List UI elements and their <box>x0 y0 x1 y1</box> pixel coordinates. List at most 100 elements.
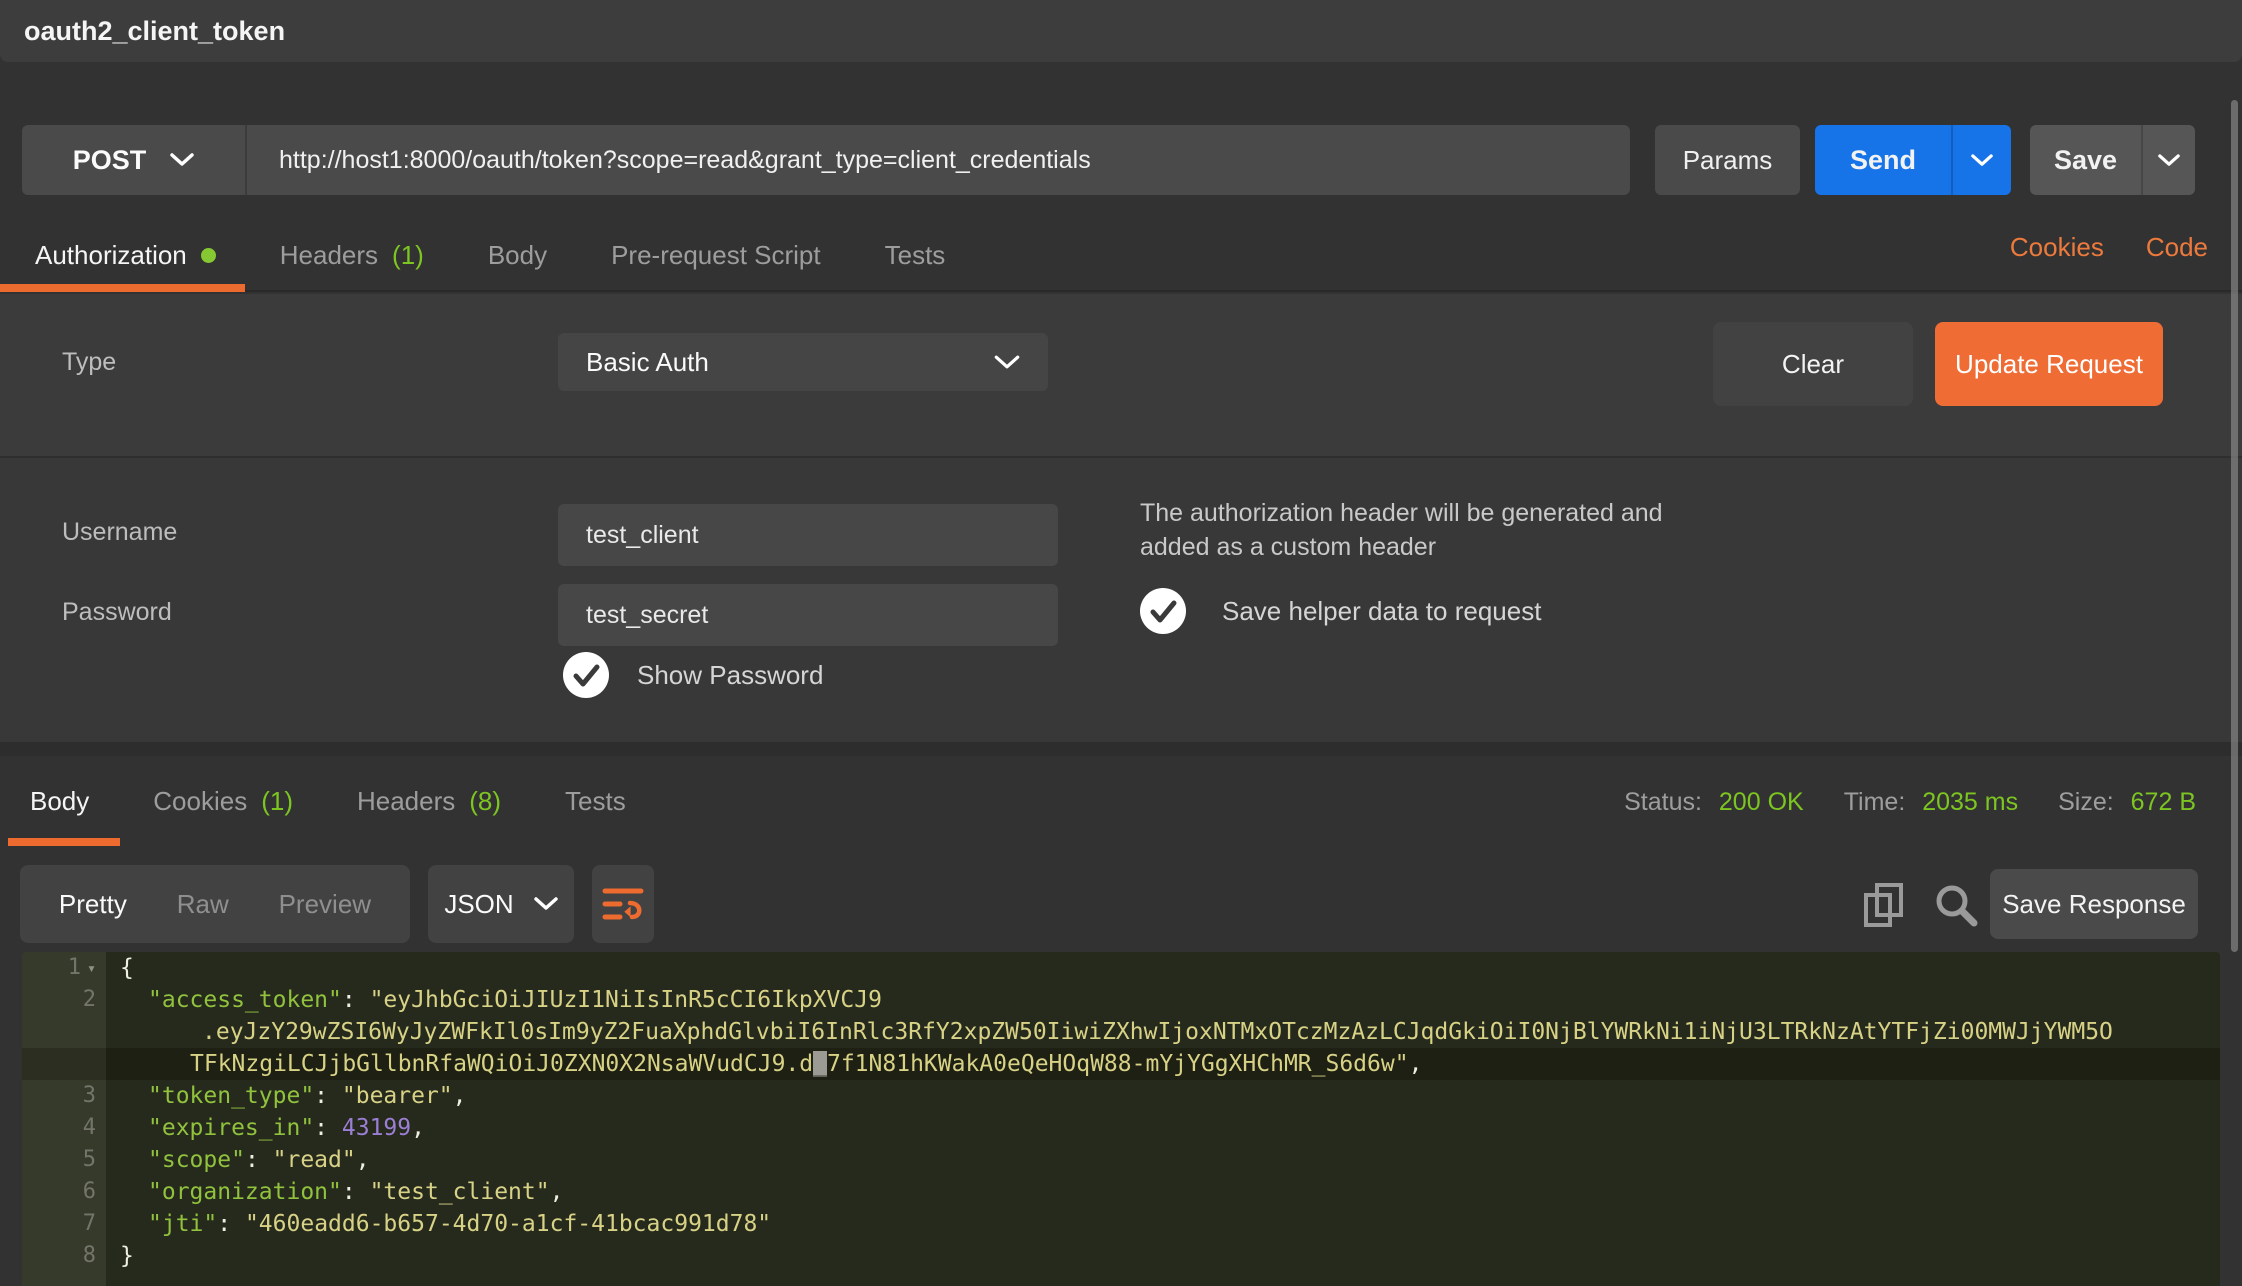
response-view-row: Pretty Raw Preview JSON <box>0 865 2242 945</box>
code-token: "access_token" <box>148 987 342 1013</box>
tab-label: Headers <box>357 786 455 817</box>
line-number-gutter: 1▾ <box>22 952 106 984</box>
response-body-editor[interactable]: 1▾ {2"access_token": "eyJhbGciOiJIUzI1NiI… <box>22 952 2220 1286</box>
line-number-gutter: 2 <box>22 984 106 1016</box>
helper-line-1: The authorization header will be generat… <box>1140 496 1663 530</box>
code-token: 7f1N81hKWakA0eQeHOqW88-mYjYGgXHChMR_S6d6… <box>827 1051 1409 1077</box>
response-status-row: Status: 200 OK Time: 2035 ms Size: 672 B <box>1624 788 2196 817</box>
send-label[interactable]: Send <box>1815 125 1951 195</box>
send-dropdown[interactable] <box>1951 125 2011 195</box>
time-label: Time: <box>1844 788 1906 816</box>
status-value: 200 OK <box>1719 788 1804 816</box>
size-value: 672 B <box>2131 788 2196 816</box>
update-request-button[interactable]: Update Request <box>1935 322 2163 406</box>
save-helper-label: Save helper data to request <box>1222 596 1541 627</box>
save-label[interactable]: Save <box>2030 125 2141 195</box>
save-helper-toggle[interactable]: Save helper data to request <box>1140 588 1541 634</box>
url-input[interactable] <box>277 145 1630 176</box>
code-token: "460eadd6-b657-4d70-a1cf-41bcac991d78" <box>245 1211 771 1237</box>
code-row: 1▾ { <box>22 952 2220 984</box>
code-line: TFkNzgiLCJjbGllbnRfaWQiOiJ0ZXN0X2NsaWVud… <box>106 1048 2220 1080</box>
code-token: "read" <box>273 1147 356 1173</box>
format-dropdown[interactable]: JSON <box>428 865 574 943</box>
tab-authorization[interactable]: Authorization <box>35 240 216 271</box>
code-token: "organization" <box>148 1179 342 1205</box>
line-number-gutter: 7 <box>22 1208 106 1240</box>
tab-response-body[interactable]: Body <box>30 786 89 817</box>
code-line: "access_token": "eyJhbGciOiJIUzI1NiIsInR… <box>106 984 2220 1016</box>
tab-response-tests[interactable]: Tests <box>565 786 626 817</box>
auth-type-dropdown[interactable]: Basic Auth <box>558 333 1048 391</box>
chevron-down-icon <box>994 355 1020 370</box>
code-token: , <box>453 1083 467 1109</box>
helper-line-2: added as a custom header <box>1140 530 1663 564</box>
code-line: { <box>106 952 2220 984</box>
line-number: 8 <box>83 1240 96 1272</box>
checkbox-checked-icon[interactable] <box>563 652 609 698</box>
auth-helper-text: The authorization header will be generat… <box>1140 496 1663 564</box>
show-password-label: Show Password <box>637 660 823 691</box>
status-group: Status: 200 OK <box>1624 788 1804 817</box>
code-row: 2"access_token": "eyJhbGciOiJIUzI1NiIsIn… <box>22 984 2220 1016</box>
copy-response-button[interactable] <box>1862 881 1906 931</box>
code-token: { <box>120 955 134 981</box>
line-number: 1 <box>68 952 81 984</box>
wrap-text-icon <box>602 885 644 923</box>
chevron-down-icon <box>534 897 558 911</box>
code-token: 43199 <box>342 1115 411 1141</box>
save-response-button[interactable]: Save Response <box>1990 869 2198 939</box>
tab-count: (8) <box>469 786 501 817</box>
username-label: Username <box>62 518 177 547</box>
cookies-link[interactable]: Cookies <box>2010 232 2104 263</box>
tab-label: Body <box>488 240 547 271</box>
active-response-tab-underline <box>8 838 120 846</box>
chevron-down-icon[interactable] <box>170 153 194 167</box>
code-link[interactable]: Code <box>2146 232 2208 263</box>
tab-count: (1) <box>392 240 424 271</box>
code-token: "bearer" <box>342 1083 453 1109</box>
view-raw[interactable]: Raw <box>177 889 229 920</box>
checkbox-checked-icon[interactable] <box>1140 588 1186 634</box>
auth-credentials-band <box>0 458 2242 756</box>
code-row: 8} <box>22 1240 2220 1272</box>
line-number: 3 <box>83 1080 96 1112</box>
fold-arrow-icon[interactable]: ▾ <box>87 952 96 984</box>
code-token: } <box>120 1243 134 1269</box>
tab-response-cookies[interactable]: Cookies (1) <box>153 786 293 817</box>
tab-body[interactable]: Body <box>488 240 547 271</box>
code-row: 3"token_type": "bearer", <box>22 1080 2220 1112</box>
code-token: : <box>314 1083 342 1109</box>
code-token: , <box>1409 1051 1423 1077</box>
code-token: : <box>245 1147 273 1173</box>
type-label: Type <box>62 348 116 377</box>
code-row: 5"scope": "read", <box>22 1144 2220 1176</box>
status-label: Status: <box>1624 788 1702 816</box>
view-pretty[interactable]: Pretty <box>59 889 127 920</box>
tab-label: Tests <box>885 240 946 271</box>
view-preview[interactable]: Preview <box>279 889 371 920</box>
auth-type-value: Basic Auth <box>586 347 709 378</box>
tab-pre-request-script[interactable]: Pre-request Script <box>611 240 821 271</box>
url-field[interactable] <box>247 125 1630 195</box>
show-password-toggle[interactable]: Show Password <box>563 652 823 698</box>
code-row: 7"jti": "460eadd6-b657-4d70-a1cf-41bcac9… <box>22 1208 2220 1240</box>
tab-response-headers[interactable]: Headers (8) <box>357 786 501 817</box>
clear-button[interactable]: Clear <box>1713 322 1913 406</box>
request-tabs: Authorization Headers (1) Body Pre-reque… <box>0 220 2242 292</box>
save-button[interactable]: Save <box>2030 125 2195 195</box>
code-token: : <box>342 987 370 1013</box>
vertical-scrollbar[interactable] <box>2231 100 2238 952</box>
code-token: , <box>550 1179 564 1205</box>
params-button[interactable]: Params <box>1655 125 1800 195</box>
password-field[interactable] <box>558 584 1058 646</box>
search-icon <box>1932 881 1980 929</box>
search-response-button[interactable] <box>1932 881 1980 929</box>
tab-tests[interactable]: Tests <box>885 240 946 271</box>
auth-active-dot <box>201 248 216 263</box>
tab-headers[interactable]: Headers (1) <box>280 240 424 271</box>
send-button[interactable]: Send <box>1815 125 2011 195</box>
save-dropdown[interactable] <box>2141 125 2195 195</box>
username-field[interactable] <box>558 504 1058 566</box>
wrap-text-button[interactable] <box>592 865 654 943</box>
method-select[interactable]: POST <box>22 125 247 195</box>
